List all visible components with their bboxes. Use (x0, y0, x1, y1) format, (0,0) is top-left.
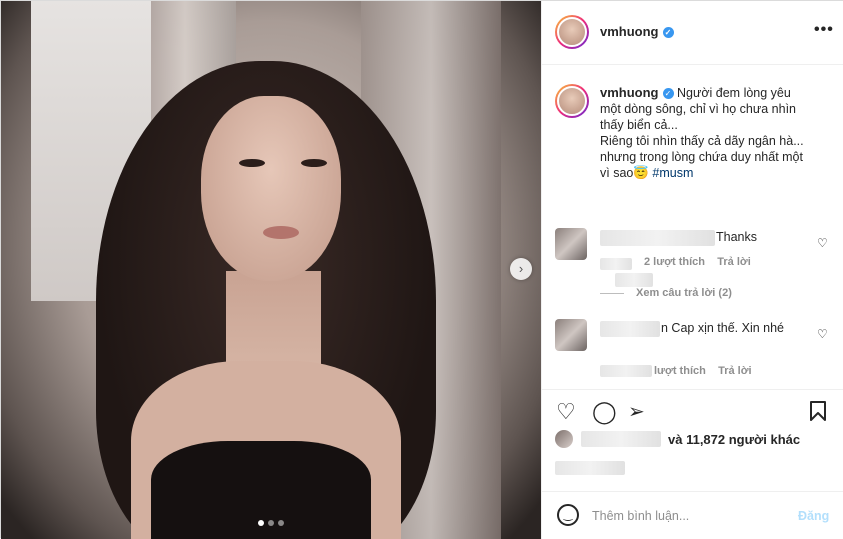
comment-text: Thanks (716, 230, 757, 244)
carousel-next-button[interactable]: › (510, 258, 532, 280)
comment-text: n Cap xịn thế. Xin nhé (661, 321, 784, 335)
heart-icon[interactable]: ♡ (556, 400, 576, 424)
liker-name-redacted[interactable] (581, 431, 661, 447)
subject-face (201, 96, 341, 281)
caption-hashtag-link[interactable]: #musm (652, 166, 693, 180)
likes-count-text[interactable]: và 11,872 người khác (668, 432, 800, 447)
carousel-dots (258, 520, 284, 526)
liker-avatar (555, 430, 573, 448)
likes-summary[interactable]: và 11,872 người khác (555, 428, 840, 450)
comment-heart-icon[interactable]: ♡ (817, 327, 828, 341)
commenter-name-redacted[interactable] (600, 321, 660, 337)
carousel-dot-1[interactable] (258, 520, 264, 526)
comment-meta: lượt thích Trả lời (654, 365, 752, 377)
bookmark-icon[interactable] (808, 400, 828, 427)
caption-avatar[interactable] (555, 84, 589, 118)
commenter-avatar-redacted[interactable] (555, 319, 587, 351)
author-username-text[interactable]: vmhuong (600, 24, 659, 39)
paper-plane-icon[interactable]: ➢ (628, 400, 645, 424)
smile-icon[interactable]: ‿ (557, 504, 579, 526)
comment-time-redacted (600, 365, 652, 377)
caption-timestamp-redacted (615, 273, 653, 287)
post-timestamp-redacted (555, 461, 625, 475)
commenter-avatar-redacted[interactable] (555, 228, 587, 260)
post-sidebar: vmhuong ✓ ••• vmhuong ✓ Người đem lòng yêu… (541, 1, 843, 539)
post-modal: › vmhuong ✓ ••• vmhuong ✓ Người đem lòng y… (0, 0, 843, 539)
view-replies-link[interactable]: Xem câu trả lời (2) (600, 287, 732, 299)
comment-likes-link[interactable]: lượt thích (654, 365, 706, 377)
more-dots-icon[interactable]: ••• (814, 21, 834, 39)
subject-eye-left (239, 159, 265, 167)
carousel-dot-2[interactable] (268, 520, 274, 526)
author-username-header[interactable]: vmhuong ✓ (600, 24, 674, 39)
caption-text: vmhuong ✓ Người đem lòng yêu một dòng sôn… (600, 85, 830, 181)
comment-heart-icon[interactable]: ♡ (817, 236, 828, 250)
subject-lips (263, 226, 299, 239)
comment-icon[interactable]: ◯ (592, 400, 617, 424)
subject-eye-right (301, 159, 327, 167)
comment-meta: 2 lượt thích Trả lời (644, 256, 751, 268)
post-header: vmhuong ✓ ••• (542, 1, 843, 65)
reply-button[interactable]: Trả lời (717, 256, 751, 268)
comment-input[interactable] (592, 506, 772, 526)
reply-button[interactable]: Trả lời (718, 365, 752, 377)
post-photo[interactable]: › (1, 1, 541, 539)
author-avatar[interactable] (555, 15, 589, 49)
add-comment-bar: ‿ Đăng (542, 491, 843, 539)
replies-divider (600, 292, 624, 294)
caption-username[interactable]: vmhuong (600, 85, 659, 100)
caption-verified-icon: ✓ (662, 88, 674, 99)
commenter-name-redacted[interactable] (600, 230, 715, 246)
comment-likes-link[interactable]: 2 lượt thích (644, 256, 705, 268)
verified-icon: ✓ (662, 27, 674, 38)
carousel-dot-3[interactable] (278, 520, 284, 526)
view-replies-text[interactable]: Xem câu trả lời (2) (636, 287, 732, 299)
caption-body: Người đem lòng yêu một dòng sông, chỉ vì… (600, 86, 804, 180)
post-comment-button[interactable]: Đăng (798, 509, 829, 523)
comment-time-redacted (600, 258, 632, 270)
